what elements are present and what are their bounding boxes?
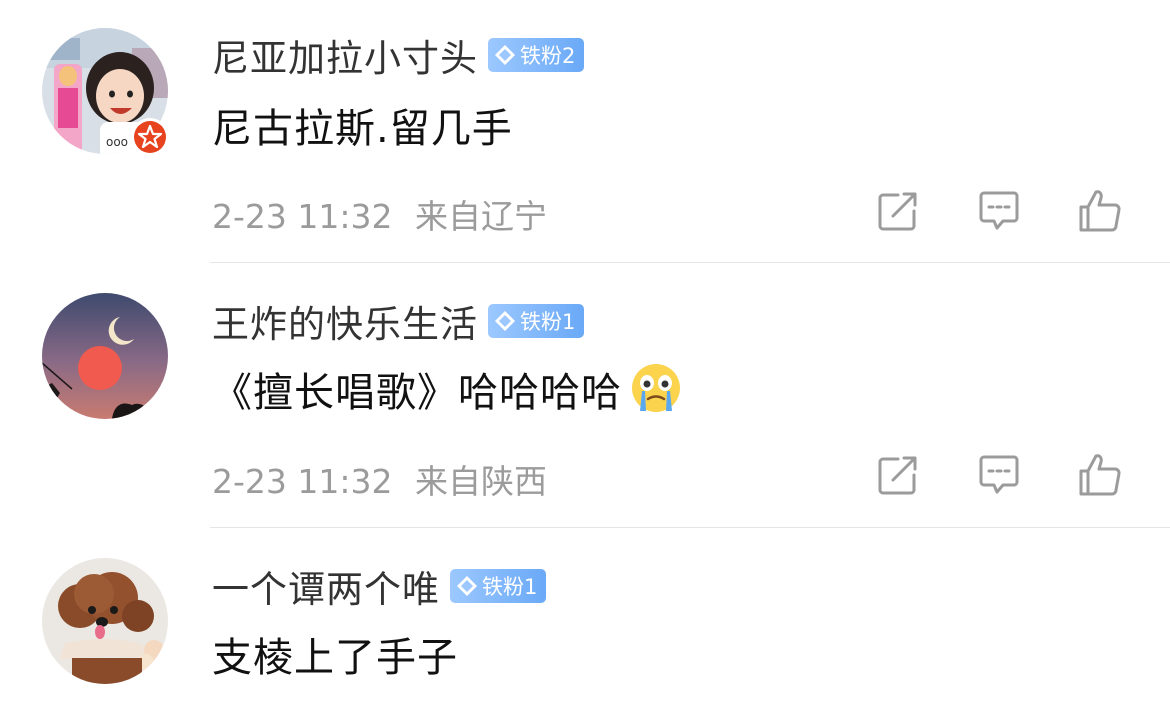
comment-location: 来自陕西 <box>415 462 547 501</box>
comment-time: 2-23 11:32 <box>212 462 393 501</box>
diamond-icon <box>495 45 515 65</box>
comment-item: 一个谭两个唯 铁粉1 支棱上了手子 <box>0 528 1170 713</box>
comment-text-value: 支棱上了手子 <box>212 635 458 681</box>
comment-item: ooo 尼亚加拉小寸头 铁粉2 尼古拉斯.留几手 2-23 11:32 来自辽宁 <box>0 0 1170 263</box>
share-button[interactable] <box>874 187 922 235</box>
fan-badge-label: 铁粉2 <box>520 44 576 68</box>
username[interactable]: 尼亚加拉小寸头 <box>212 28 478 82</box>
comment-text: 尼古拉斯.留几手 <box>212 96 513 154</box>
crying-face-emoji-icon <box>632 364 680 412</box>
thumbs-up-icon <box>1079 190 1121 232</box>
svg-text:ooo: ooo <box>106 135 128 149</box>
comment-item: 王炸的快乐生活 铁粉1 《擅长唱歌》哈哈哈哈 2-23 11:32 来自陕西 <box>0 263 1170 528</box>
comment-icon <box>979 455 1019 494</box>
comment-location: 来自辽宁 <box>415 197 547 236</box>
avatar[interactable] <box>42 293 168 419</box>
like-button[interactable] <box>1076 451 1124 499</box>
comment-text: 《擅长唱歌》哈哈哈哈 <box>212 360 684 418</box>
fan-badge: 铁粉1 <box>450 569 547 603</box>
vip-star-badge-icon <box>130 117 170 157</box>
like-button[interactable] <box>1076 187 1124 235</box>
share-icon <box>878 192 917 231</box>
fan-badge: 铁粉1 <box>488 304 585 338</box>
username-row: 一个谭两个唯 铁粉1 <box>212 559 547 613</box>
fan-badge-label: 铁粉1 <box>482 575 538 599</box>
comment-text-value: 尼古拉斯.留几手 <box>212 106 513 152</box>
username[interactable]: 一个谭两个唯 <box>212 559 440 613</box>
share-button[interactable] <box>874 451 922 499</box>
diamond-icon <box>457 576 477 596</box>
comment-time: 2-23 11:32 <box>212 197 393 236</box>
comment-icon <box>979 191 1019 230</box>
username-row: 尼亚加拉小寸头 铁粉2 <box>212 28 585 82</box>
reply-button[interactable] <box>975 451 1023 499</box>
comment-meta: 2-23 11:32 来自辽宁 <box>212 190 547 238</box>
diamond-icon <box>495 311 515 331</box>
fan-badge: 铁粉2 <box>488 38 585 72</box>
username-row: 王炸的快乐生活 铁粉1 <box>212 294 585 348</box>
username[interactable]: 王炸的快乐生活 <box>212 294 478 348</box>
fan-badge-label: 铁粉1 <box>520 310 576 334</box>
share-icon <box>878 456 917 495</box>
thumbs-up-icon <box>1079 454 1121 496</box>
poodle-dog-avatar <box>42 558 168 684</box>
comment-text-value: 《擅长唱歌》哈哈哈哈 <box>212 370 622 416</box>
reply-button[interactable] <box>975 187 1023 235</box>
comment-text: 支棱上了手子 <box>212 625 458 683</box>
sunset-moon-avatar <box>42 293 168 419</box>
comment-meta: 2-23 11:32 来自陕西 <box>212 455 547 503</box>
avatar[interactable] <box>42 558 168 684</box>
